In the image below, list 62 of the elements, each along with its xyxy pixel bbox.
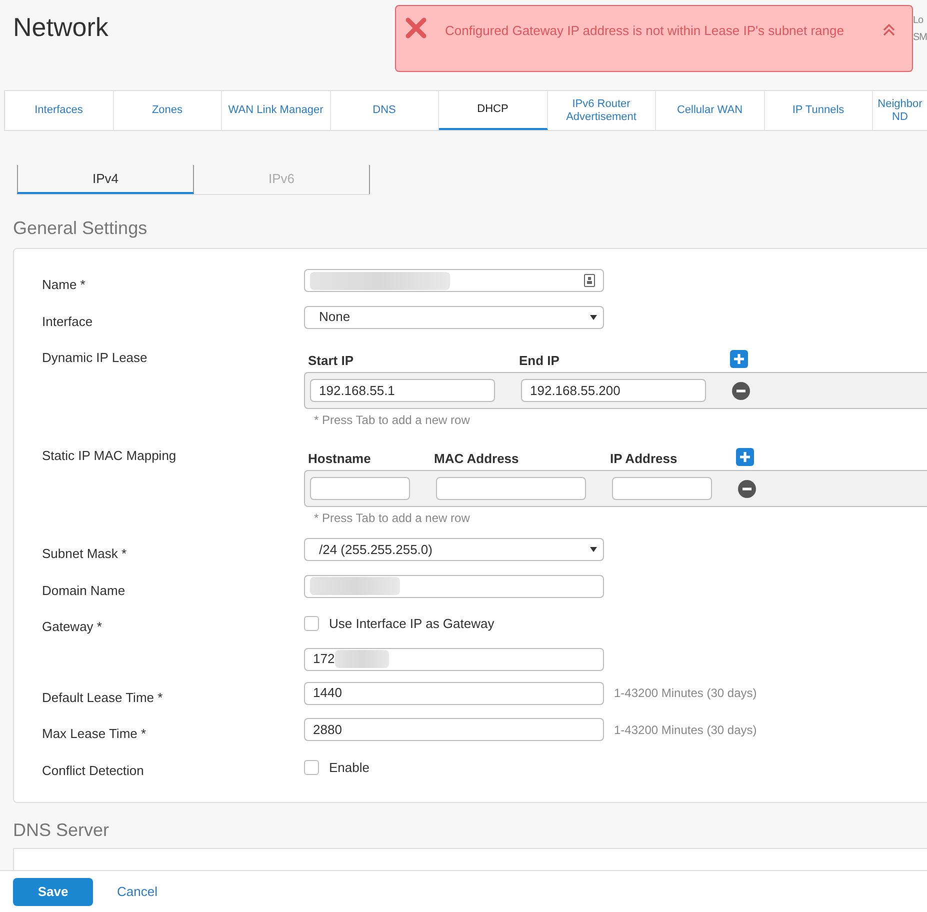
dropdown-caret-icon: [590, 314, 597, 320]
nav-tab[interactable]: Neighbor ND: [873, 91, 927, 130]
column-header: Start IP: [308, 352, 355, 370]
remove-row-icon[interactable]: [732, 382, 750, 400]
nav-tab[interactable]: IP Tunnels: [764, 91, 873, 130]
remove-row-icon[interactable]: [738, 480, 756, 498]
save-button[interactable]: Save: [13, 878, 93, 906]
section-title: DNS Server: [13, 819, 110, 842]
column-header: End IP: [519, 352, 560, 370]
text-field[interactable]: [304, 269, 604, 292]
nav-tab[interactable]: IPv6 Router Advertisement: [548, 91, 656, 130]
dropdown[interactable]: /24 (255.255.255.0): [304, 538, 604, 561]
nav-tab[interactable]: Cellular WAN: [656, 91, 764, 130]
field-label: Domain Name: [42, 582, 126, 600]
field-label: Static IP MAC Mapping: [42, 447, 178, 465]
field-label: Max Lease Time *: [42, 725, 148, 743]
input-field[interactable]: 192.168.55.200: [521, 379, 706, 402]
page-title: Network: [13, 11, 108, 44]
dropdown[interactable]: None: [304, 306, 604, 328]
nav-tab[interactable]: DNS: [330, 91, 439, 130]
column-header: MAC Address: [434, 450, 520, 468]
field-label: Gateway *: [42, 618, 103, 636]
input-field[interactable]: 192.168.55.1: [310, 379, 495, 402]
checkbox[interactable]: [304, 760, 319, 775]
add-row-icon[interactable]: [730, 350, 748, 368]
input-field[interactable]: [436, 477, 586, 500]
text-field[interactable]: [304, 574, 604, 598]
header-link[interactable]: Lo: [913, 12, 927, 29]
contact-card-icon[interactable]: [584, 274, 595, 287]
field-label: Name *: [42, 276, 86, 294]
field-label: Dynamic IP Lease: [42, 349, 148, 367]
text-field[interactable]: 2880: [304, 718, 604, 741]
header-link[interactable]: SM: [913, 29, 927, 46]
alert-message: Configured Gateway IP address is not within Lease IP's subnet range: [445, 22, 845, 40]
column-header: Hostname: [308, 450, 372, 468]
field-label: Interface: [42, 312, 94, 330]
input-field[interactable]: [310, 477, 410, 500]
input-field[interactable]: [612, 477, 712, 500]
nav-tab[interactable]: WAN Link Manager: [222, 91, 330, 130]
field-label: Subnet Mask *: [42, 545, 128, 563]
checkbox[interactable]: [304, 616, 319, 632]
nav-tab[interactable]: DHCP: [439, 91, 548, 130]
text-field[interactable]: 1440: [304, 682, 604, 704]
section-title: General Settings: [13, 217, 148, 240]
checkbox-label: Use Interface IP as Gateway: [329, 615, 494, 633]
cancel-link[interactable]: Cancel: [117, 882, 158, 902]
column-header: IP Address: [610, 450, 678, 468]
collapse-icon[interactable]: [883, 24, 895, 36]
add-row-icon[interactable]: [736, 448, 754, 466]
help-note: * Press Tab to add a new row: [314, 510, 471, 527]
text-field[interactable]: 172: [304, 648, 604, 670]
nav-tab[interactable]: Zones: [114, 91, 222, 130]
sub-tab[interactable]: IPv4: [17, 165, 194, 194]
hint-text: 1-43200 Minutes (30 days): [614, 722, 757, 738]
help-note: * Press Tab to add a new row: [314, 412, 471, 429]
checkbox-label: Enable: [329, 758, 370, 776]
hint-text: 1-43200 Minutes (30 days): [614, 685, 757, 702]
field-label: Conflict Detection: [42, 762, 145, 780]
error-x-icon: [405, 17, 427, 39]
dropdown-caret-icon: [590, 547, 597, 552]
nav-tab[interactable]: Interfaces: [5, 91, 114, 130]
field-label: Default Lease Time *: [42, 688, 164, 706]
